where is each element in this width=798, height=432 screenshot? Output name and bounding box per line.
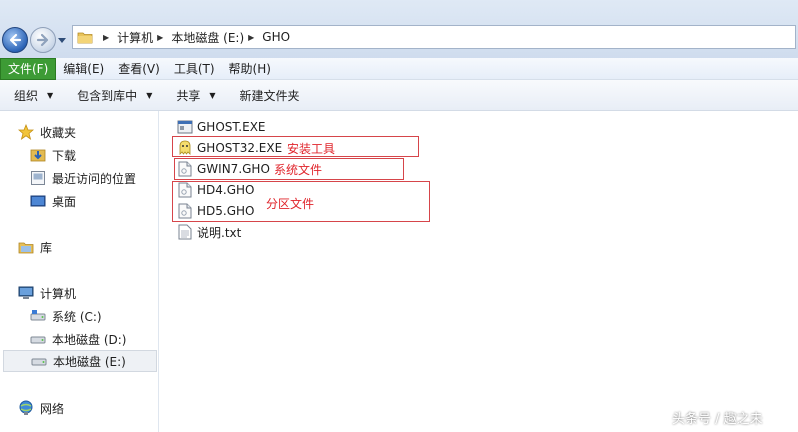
arrow-left-icon (9, 33, 22, 47)
menu-bar: 文件(F) 编辑(E) 查看(V) 工具(T) 帮助(H) (0, 57, 798, 80)
system-drive-icon (30, 308, 46, 324)
sidebar-label: 最近访问的位置 (52, 171, 137, 186)
chevron-right-icon[interactable]: ▶ (157, 33, 163, 42)
organize-button[interactable]: 组织 ▼ (0, 87, 63, 104)
menu-edit[interactable]: 编辑(E) (56, 58, 111, 80)
history-dropdown-icon[interactable] (58, 36, 66, 44)
sidebar-label: 计算机 (40, 286, 77, 301)
menu-tools[interactable]: 工具(T) (167, 58, 222, 80)
share-button[interactable]: 共享 ▼ (162, 87, 225, 104)
include-library-label: 包含到库中 (77, 88, 138, 103)
sidebar-item-favorites[interactable]: 收藏夹 (0, 121, 158, 143)
sidebar-label: 本地磁盘 (E:) (53, 354, 126, 369)
chevron-right-icon[interactable]: ▶ (103, 33, 109, 42)
desktop-icon (30, 193, 46, 209)
hard-drive-icon (31, 353, 47, 369)
download-folder-icon (30, 147, 46, 163)
sidebar-label: 桌面 (52, 194, 77, 209)
hard-drive-icon (30, 331, 46, 347)
breadcrumb-computer[interactable]: 计算机 (117, 29, 153, 46)
share-label: 共享 (176, 88, 201, 103)
recent-places-icon (30, 170, 46, 186)
file-name: GHOST.EXE (197, 120, 266, 134)
sidebar-item-recent[interactable]: 最近访问的位置 (0, 167, 158, 189)
arrow-right-icon (36, 33, 49, 47)
sidebar-label: 收藏夹 (40, 125, 77, 140)
back-button[interactable] (2, 27, 28, 53)
include-library-button[interactable]: 包含到库中 ▼ (63, 87, 162, 104)
command-bar: 组织 ▼ 包含到库中 ▼ 共享 ▼ 新建文件夹 (0, 80, 798, 111)
sidebar-item-network[interactable]: 网络 (0, 397, 158, 419)
star-icon (18, 124, 34, 140)
menu-view[interactable]: 查看(V) (111, 58, 167, 80)
chevron-down-icon: ▼ (47, 90, 54, 100)
text-file-icon (177, 224, 193, 240)
sidebar-item-drive-d[interactable]: 本地磁盘 (D:) (0, 328, 158, 350)
annotation-install-tool: 安装工具 (287, 142, 336, 156)
address-bar[interactable]: ▶ 计算机 ▶ 本地磁盘 (E:) ▶ GHO (72, 25, 796, 49)
file-item[interactable]: 说明.txt (177, 222, 241, 242)
breadcrumb-gho[interactable]: GHO (262, 30, 290, 44)
navigation-pane: 收藏夹 下载 最近访问的位置 桌面 库 计算机 系统 (C:) 本地磁盘 (D:… (0, 111, 159, 432)
sidebar-item-drive-e[interactable]: 本地磁盘 (E:) (3, 350, 157, 372)
sidebar-item-downloads[interactable]: 下载 (0, 144, 158, 166)
library-icon (18, 239, 34, 255)
breadcrumb-drive-e[interactable]: 本地磁盘 (E:) (171, 29, 244, 46)
annotation-system-file: 系统文件 (274, 163, 323, 177)
organize-label: 组织 (14, 88, 39, 103)
chevron-down-icon: ▼ (146, 90, 153, 100)
new-folder-button[interactable]: 新建文件夹 (226, 87, 310, 104)
new-folder-label: 新建文件夹 (239, 88, 300, 103)
computer-icon (18, 285, 34, 301)
file-list: GHOST.EXE GHOST32.EXE GWIN7.GHO HD4.GHO … (160, 111, 798, 432)
chevron-right-icon[interactable]: ▶ (248, 33, 254, 42)
sidebar-item-drive-c[interactable]: 系统 (C:) (0, 305, 158, 327)
chevron-down-icon: ▼ (209, 90, 216, 100)
sidebar-item-desktop[interactable]: 桌面 (0, 190, 158, 212)
sidebar-label: 本地磁盘 (D:) (52, 332, 127, 347)
exe-file-icon (177, 119, 193, 135)
menu-file[interactable]: 文件(F) (0, 57, 57, 80)
menu-help[interactable]: 帮助(H) (222, 58, 278, 80)
annotation-partition-file: 分区文件 (266, 197, 315, 211)
file-item[interactable]: GHOST.EXE (177, 117, 266, 137)
folder-icon (77, 32, 93, 43)
file-name: 说明.txt (197, 225, 242, 240)
sidebar-label: 库 (40, 240, 53, 255)
watermark: 头条号 / 趣之未 (672, 412, 763, 427)
sidebar-label: 下载 (52, 148, 77, 163)
sidebar-item-computer[interactable]: 计算机 (0, 282, 158, 304)
sidebar-label: 网络 (40, 401, 65, 416)
forward-button[interactable] (30, 27, 56, 53)
title-bar: ▶ 计算机 ▶ 本地磁盘 (E:) ▶ GHO (0, 0, 798, 58)
sidebar-label: 系统 (C:) (52, 309, 102, 324)
sidebar-item-libraries[interactable]: 库 (0, 236, 158, 258)
network-icon (18, 400, 34, 416)
